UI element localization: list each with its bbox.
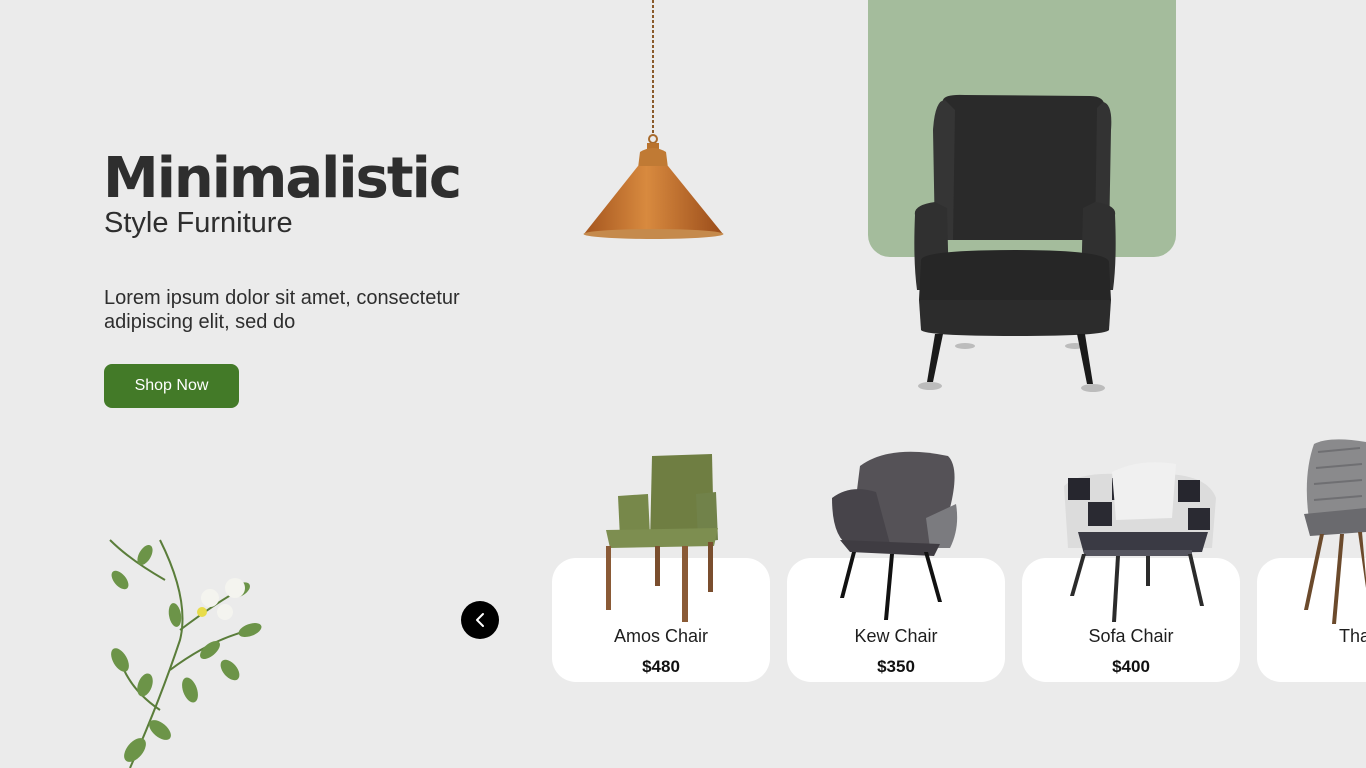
product-name: Tha [1339, 626, 1366, 646]
kew-chair-image [832, 451, 958, 620]
featured-armchair-image [914, 94, 1116, 392]
shop-now-button[interactable]: Shop Now [104, 364, 239, 408]
sofa-chair-image [1064, 462, 1216, 622]
product-name: Sofa Chair [1088, 626, 1174, 646]
chevron-left-icon [476, 613, 484, 627]
hero-description: Lorem ipsum dolor sit amet, consectetur … [104, 287, 460, 333]
hero-subtitle: Style Furniture [104, 207, 293, 239]
product-price: $400 [1112, 657, 1150, 676]
product-name: Amos Chair [613, 626, 709, 646]
product-price: $480 [642, 657, 680, 676]
hero-title: Minimalistic [103, 146, 462, 211]
product-price: $350 [877, 657, 915, 676]
side-chair-image [1304, 439, 1366, 624]
pendant-lamp-image [583, 0, 724, 239]
plant-image [109, 539, 262, 768]
carousel-prev-button[interactable] [461, 601, 499, 639]
product-name: Kew Chair [854, 626, 938, 646]
amos-chair-image [606, 454, 718, 622]
